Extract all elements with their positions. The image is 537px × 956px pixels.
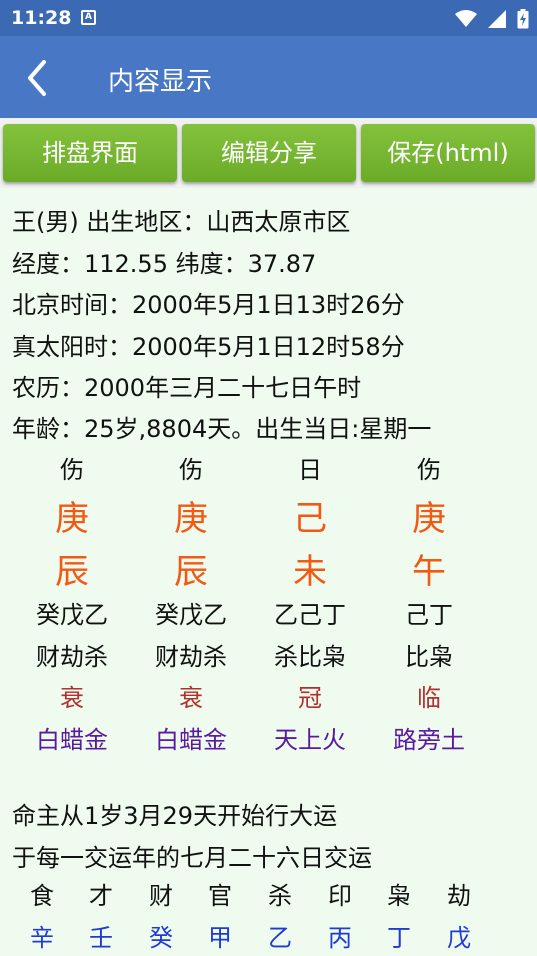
pillar-year-cang-shishen: 财劫杀 [36,643,108,671]
pillar-hour-nayin: 路旁土 [393,726,465,754]
dayun-shishen-8: 劫 [447,882,471,910]
info-line-name-region: 王(男) 出生地区：山西太原市区 [12,208,351,236]
pillar-day-gan: 己 [293,499,327,539]
pillar-day-cang-shishen: 杀比枭 [274,643,346,671]
dayun-gan-7: 丁 [387,924,411,952]
dayun-shishen-4: 官 [208,882,232,910]
pillar-year-gan: 庚 [55,499,89,539]
pillar-year-shishen: 伤 [60,456,84,484]
wifi-icon [454,9,477,27]
pillar-month-nayin: 白蜡金 [155,726,227,754]
pan-view-button[interactable]: 排盘界面 [3,124,177,182]
dayun-gan-2: 壬 [89,924,113,952]
pillar-month-gan: 庚 [174,499,208,539]
dayun-shishen-1: 食 [30,882,54,910]
pillar-hour-state: 临 [417,684,441,712]
back-button[interactable] [22,58,56,98]
pillar-day-zhi: 未 [293,552,327,592]
pillar-month-zhi: 辰 [174,552,208,592]
back-arrow-icon [28,60,46,96]
info-line-lunar-date: 农历：2000年三月二十七日午时 [12,374,362,402]
info-line-age: 年龄：25岁,8804天。出生当日:星期一 [12,415,432,443]
info-line-solar-time: 真太阳时：2000年5月1日12时58分 [12,333,405,361]
pillar-year-zhi: 辰 [55,552,89,592]
action-toolbar: 排盘界面 编辑分享 保存(html) [0,118,537,188]
status-icons [449,8,529,28]
pillar-month-shishen: 伤 [179,456,203,484]
page-title: 内容显示 [108,67,213,97]
pillar-month-cang-shishen: 财劫杀 [155,643,227,671]
status-bar: 11:28 A [0,0,537,36]
dayun-shishen-3: 财 [149,882,173,910]
save-html-button[interactable]: 保存(html) [361,124,535,182]
dayun-gan-1: 辛 [30,924,54,952]
dayun-shishen-5: 杀 [268,882,292,910]
info-line-coordinates: 经度：112.55 纬度：37.87 [12,250,317,278]
dayun-gan-5: 乙 [268,924,292,952]
pillar-year-nayin: 白蜡金 [36,726,108,754]
battery-icon [517,8,529,28]
pillar-month-canggan: 癸戊乙 [155,601,227,629]
dayun-jiao-text: 于每一交运年的七月二十六日交运 [12,844,372,872]
dayun-shishen-7: 枭 [387,882,411,910]
info-line-beijing-time: 北京时间：2000年5月1日13时26分 [12,291,405,319]
pillar-day-canggan: 乙己丁 [274,601,346,629]
dayun-gan-6: 丙 [328,924,352,952]
dayun-gan-3: 癸 [149,924,173,952]
pillar-hour-gan: 庚 [412,499,446,539]
notification-a-icon: A [81,10,96,25]
edit-share-button[interactable]: 编辑分享 [182,124,356,182]
pillar-day-nayin: 天上火 [274,726,346,754]
signal-icon [487,9,506,28]
dayun-gan-4: 甲 [208,924,232,952]
dayun-gan-8: 戊 [447,924,471,952]
content-area: 王(男) 出生地区：山西太原市区 经度：112.55 纬度：37.87 北京时间… [0,188,537,956]
pillar-day-state: 冠 [298,684,322,712]
pillar-year-state: 衰 [60,684,84,712]
dayun-shishen-6: 印 [328,882,352,910]
pillar-month-state: 衰 [179,684,203,712]
pillar-hour-zhi: 午 [412,552,446,592]
pillar-hour-shishen: 伤 [417,456,441,484]
pillar-hour-canggan: 己丁 [405,601,453,629]
pillar-hour-cang-shishen: 比枭 [405,643,453,671]
app-bar: 内容显示 [0,36,537,118]
pillar-day-shishen: 日 [298,456,322,484]
clock: 11:28 [11,7,72,29]
dayun-start-text: 命主从1岁3月29天开始行大运 [12,802,338,830]
dayun-shishen-2: 才 [89,882,113,910]
pillar-year-canggan: 癸戊乙 [36,601,108,629]
